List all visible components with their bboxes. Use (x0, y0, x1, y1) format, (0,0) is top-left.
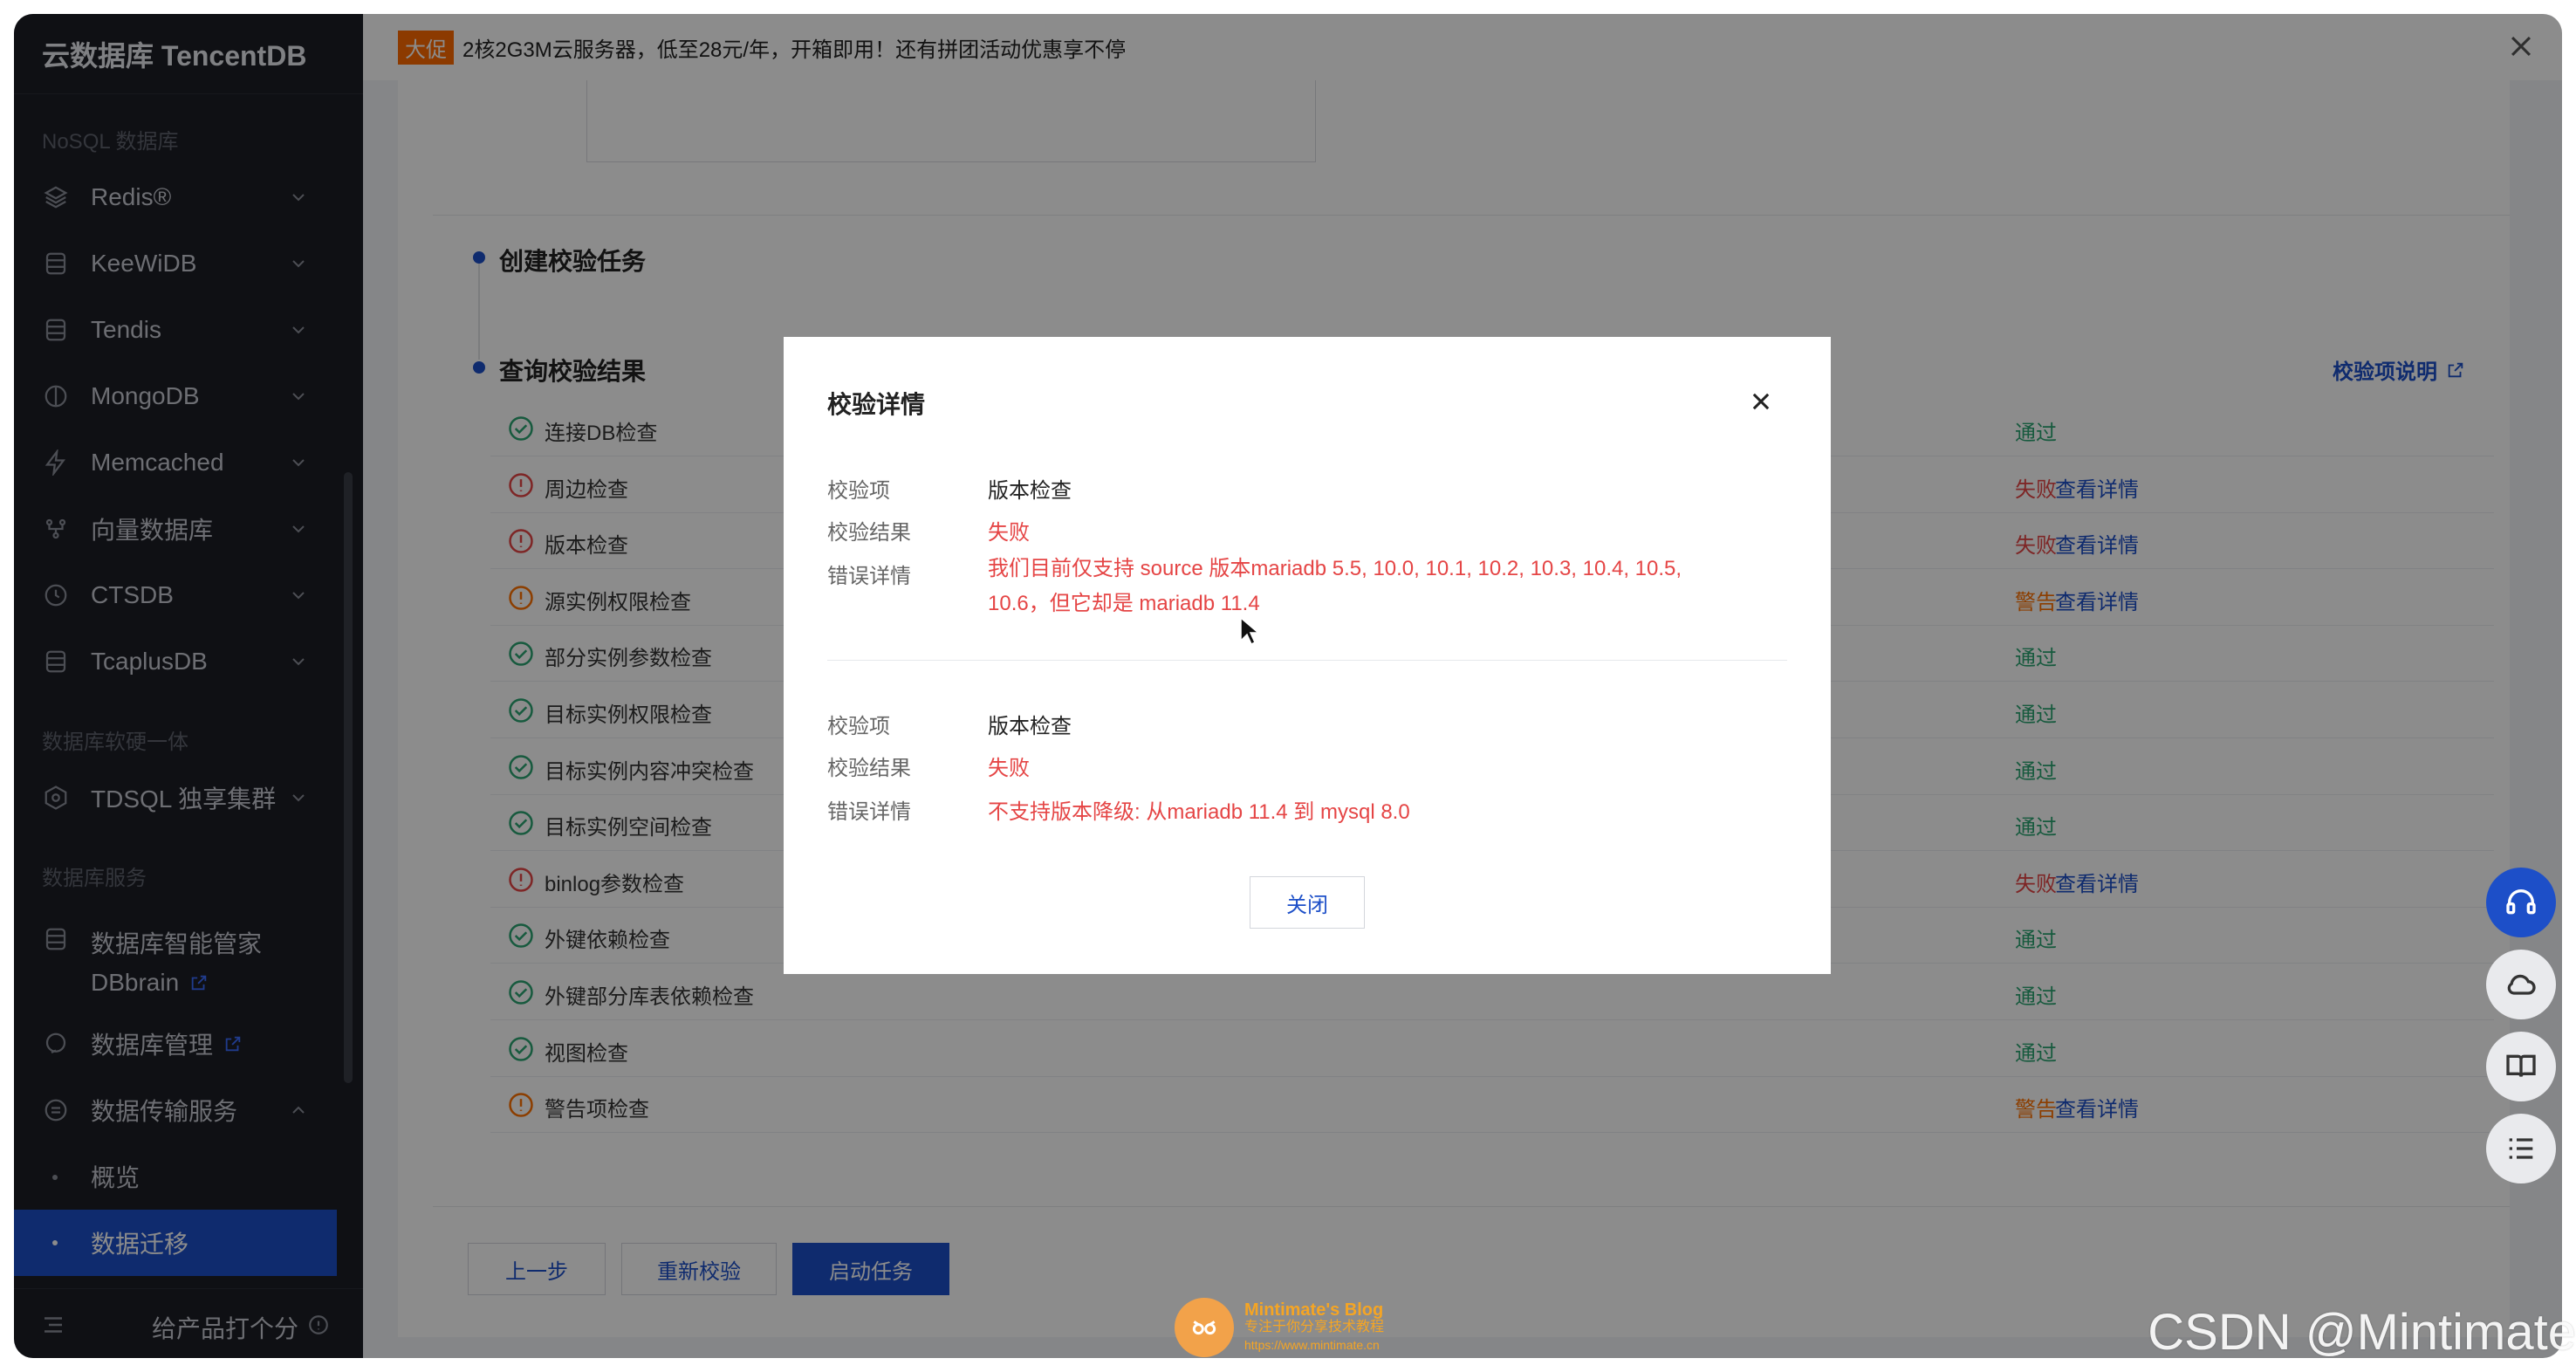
label-check-item: 校验项 (827, 715, 890, 738)
headset-icon (2506, 889, 2536, 915)
value-check-item: 版本检查 (988, 479, 1072, 503)
list-button[interactable] (2486, 1114, 2556, 1183)
app-window: 云数据库 TencentDB NoSQL 数据库 Redis® KeeWiDB … (14, 14, 2562, 1358)
value-check-item: 版本检查 (988, 715, 1072, 738)
cursor-icon (1240, 616, 1258, 646)
label-error-detail: 错误详情 (827, 800, 911, 824)
blog-logo-icon (1175, 1298, 1234, 1357)
value-check-result: 失败 (988, 521, 1030, 545)
csdn-watermark: CSDN @Mintimate (2148, 1304, 2576, 1361)
support-button[interactable] (2486, 868, 2556, 937)
blog-title: Mintimate's Blog (1244, 1300, 1384, 1320)
cloud-icon (2507, 974, 2536, 995)
blog-url: https://www.mintimate.cn (1244, 1338, 1380, 1352)
modal-close-button[interactable]: 关闭 (1250, 876, 1365, 929)
value-error-detail: 我们目前仅支持 source 版本mariadb 5.5, 10.0, 10.1… (988, 557, 1682, 615)
blog-subtitle: 专注于你分享技术教程 (1244, 1320, 1385, 1334)
blog-watermark: Mintimate's Blog 专注于你分享技术教程 https://www.… (1175, 1297, 1384, 1358)
modal-title: 校验详情 (827, 391, 926, 418)
label-check-result: 校验结果 (827, 521, 911, 545)
divider (827, 660, 1787, 661)
value-error-detail: 不支持版本降级: 从mariadb 11.4 到 mysql 8.0 (988, 800, 1410, 824)
label-check-item: 校验项 (827, 479, 890, 503)
check-detail-modal: 校验详情 校验项 版本检查 校验结果 失败 错误详情 我们目前仅支持 sourc… (784, 337, 1831, 974)
book-icon (2506, 1054, 2536, 1077)
label-error-detail: 错误详情 (827, 565, 911, 588)
cloud-button[interactable] (2486, 950, 2556, 1019)
docs-button[interactable] (2486, 1032, 2556, 1101)
label-check-result: 校验结果 (827, 757, 911, 780)
value-check-result: 失败 (988, 757, 1030, 780)
close-icon[interactable] (1749, 389, 1773, 414)
list-icon (2509, 1138, 2533, 1159)
